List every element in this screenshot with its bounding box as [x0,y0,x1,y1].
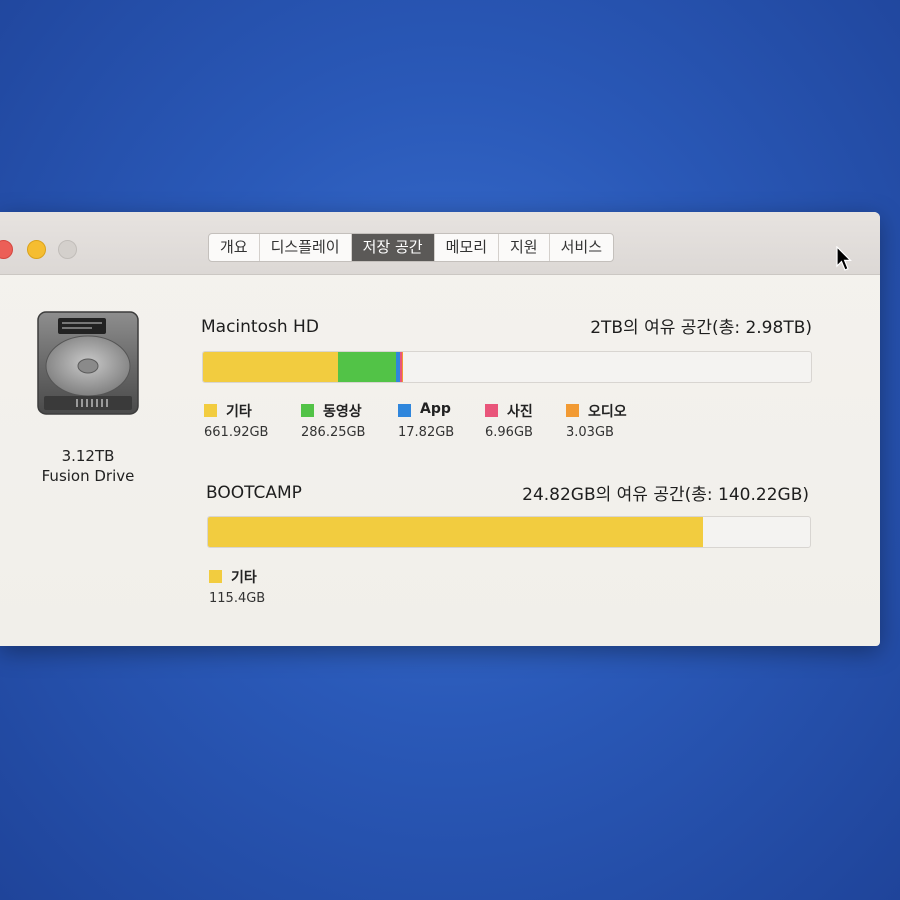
legend-item: App 17.82GB [398,401,485,445]
zoom-button[interactable] [58,240,77,259]
legend-label: 기타 [231,570,257,586]
volume-name: BOOTCAMP [206,483,302,503]
about-this-mac-window: 개요 디스플레이 저장 공간 메모리 지원 서비스 3.12TB Fusion … [0,212,880,646]
volume-free-space: 24.82GB의 여유 공간(총: 140.22GB) [522,485,809,505]
legend-value: 3.03GB [566,425,614,440]
tab-memory[interactable]: 메모리 [435,234,499,261]
tab-storage[interactable]: 저장 공간 [351,234,435,261]
legend-value: 115.4GB [209,591,266,606]
minimize-button[interactable] [27,240,46,259]
disk-capacity: 3.12TB [61,447,115,465]
legend-label: App [420,401,451,417]
tab-service[interactable]: 서비스 [550,234,613,261]
legend-value: 286.25GB [301,425,366,440]
legend-swatch [566,404,579,417]
mouse-pointer-icon [836,246,852,271]
volume-free-space: 2TB의 여유 공간(총: 2.98TB) [590,318,812,338]
legend-swatch [209,570,222,583]
legend-swatch [485,404,498,417]
legend-label: 동영상 [323,404,362,420]
legend-item: 사진 6.96GB [485,401,566,445]
storage-segment-1[interactable] [338,352,397,382]
storage-segment-0[interactable] [203,352,339,382]
legend-label: 기타 [226,404,252,420]
tab-overview[interactable]: 개요 [209,234,260,261]
legend-item: 기타 115.4GB [209,567,306,611]
legend-value: 661.92GB [204,425,269,440]
legend-item: 오디오 3.03GB [566,401,646,445]
storage-segment-4[interactable] [401,352,404,382]
title-bar: 개요 디스플레이 저장 공간 메모리 지원 서비스 [0,212,880,275]
tab-support[interactable]: 지원 [499,234,550,261]
tab-displays[interactable]: 디스플레이 [260,234,352,261]
storage-bar[interactable] [207,516,811,548]
storage-segment-0[interactable] [208,517,704,547]
legend-item: 기타 661.92GB [204,401,301,445]
storage-bar[interactable] [202,351,812,383]
disk-type: Fusion Drive [41,467,135,485]
legend-label: 사진 [507,404,533,420]
legend-label: 오디오 [588,404,627,420]
legend-value: 6.96GB [485,425,533,440]
legend-swatch [204,404,217,417]
legend-swatch [301,404,314,417]
legend-swatch [398,404,411,417]
tab-bar: 개요 디스플레이 저장 공간 메모리 지원 서비스 [208,233,615,262]
hard-drive-icon [36,308,140,418]
legend-value: 17.82GB [398,425,455,440]
legend-item: 동영상 286.25GB [301,401,398,445]
disk-panel: 3.12TB Fusion Drive [30,308,146,486]
storage-legend: 기타 661.92GB 동영상 286.25GB App 17.82GB 사진 6.96GB 오… [204,401,646,445]
volume-name: Macintosh HD [201,317,319,337]
close-button[interactable] [0,240,13,259]
storage-legend: 기타 115.4GB [209,567,306,611]
